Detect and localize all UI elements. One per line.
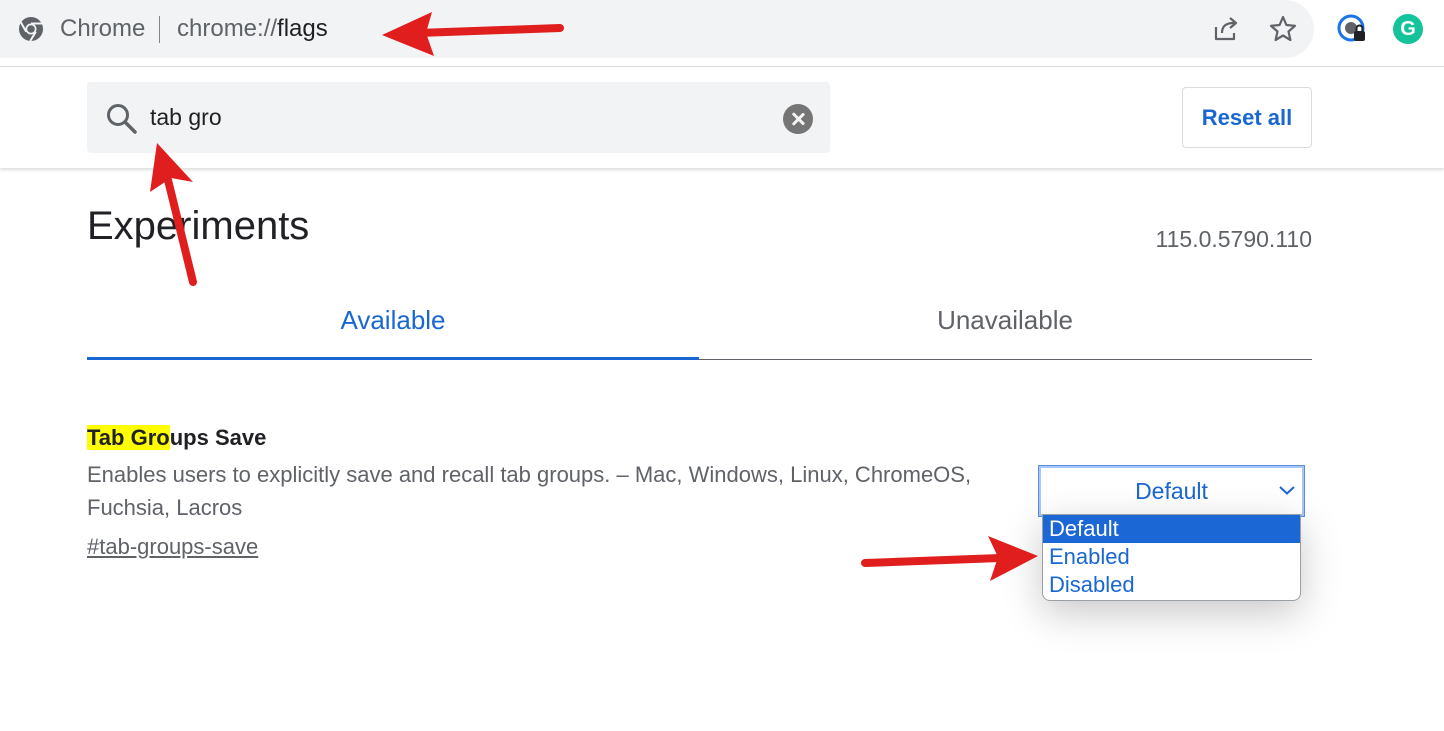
- extension-icon[interactable]: [1336, 13, 1368, 45]
- chevron-down-icon[interactable]: [1278, 484, 1296, 496]
- browser-toolbar: Chrome chrome://flags G: [0, 0, 1444, 67]
- flag-title-match-highlight: Tab Gro: [87, 425, 170, 450]
- flag-state-dropdown: Default Enabled Disabled: [1042, 514, 1301, 601]
- tab-bar: Available Unavailable: [87, 290, 1312, 360]
- flag-state-selected-value: Default: [1135, 478, 1208, 504]
- tab-unavailable[interactable]: Unavailable: [699, 290, 1311, 360]
- chrome-icon: [19, 17, 43, 42]
- chrome-flags-page: Chrome chrome://flags G tab gro Reset al…: [0, 0, 1444, 731]
- clear-icon[interactable]: [783, 104, 813, 134]
- page-title: Experiments: [87, 204, 310, 248]
- search-box[interactable]: [87, 82, 830, 153]
- flag-description: Enables users to explicitly save and rec…: [87, 462, 972, 520]
- flags-header: Reset all: [0, 67, 1444, 168]
- flag-state-select[interactable]: Default: [1038, 465, 1305, 517]
- grammarly-icon[interactable]: G: [1393, 14, 1423, 44]
- url-scheme: chrome://: [177, 15, 278, 42]
- omnibox[interactable]: Chrome chrome://flags: [0, 0, 1314, 58]
- share-icon[interactable]: [1210, 13, 1242, 45]
- option-default[interactable]: Default: [1043, 515, 1300, 543]
- flag-permalink[interactable]: #tab-groups-save: [87, 532, 258, 562]
- url-path: flags: [277, 15, 328, 42]
- option-disabled[interactable]: Disabled: [1043, 571, 1300, 599]
- version-label: 115.0.5790.110: [1155, 226, 1312, 252]
- flag-title: Tab Groups Save: [87, 424, 266, 452]
- star-icon[interactable]: [1267, 13, 1299, 45]
- option-enabled[interactable]: Enabled: [1043, 543, 1300, 571]
- omnibox-divider: [159, 16, 160, 43]
- reset-all-button[interactable]: Reset all: [1182, 87, 1312, 148]
- url-text[interactable]: chrome://flags: [177, 13, 328, 45]
- search-input[interactable]: [150, 99, 750, 135]
- site-label: Chrome: [60, 15, 146, 42]
- tab-available[interactable]: Available: [87, 290, 699, 360]
- arrow-to-enabled-option: [861, 536, 1038, 581]
- flag-title-rest: ups Save: [169, 425, 267, 450]
- search-icon: [107, 104, 137, 134]
